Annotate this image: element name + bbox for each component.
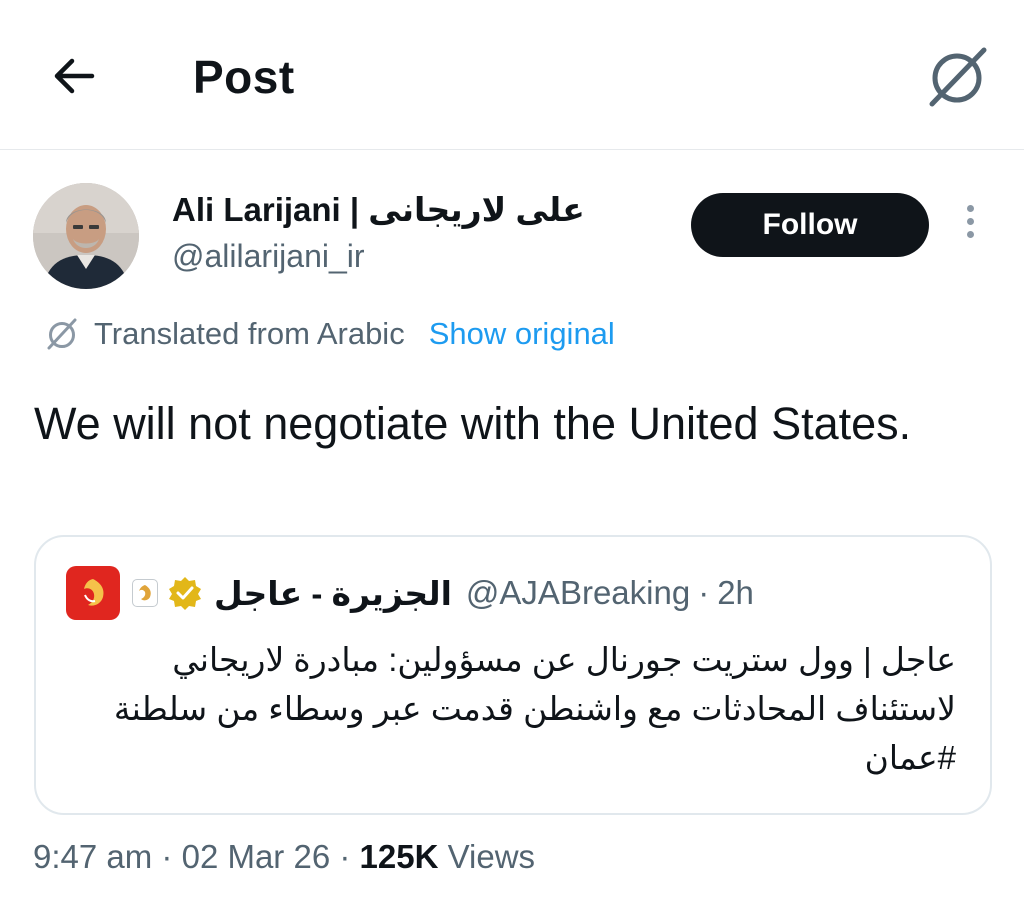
views-label: Views <box>447 838 536 875</box>
translated-from-label: Translated from Arabic <box>94 316 405 351</box>
back-button[interactable] <box>46 48 102 104</box>
views-count[interactable]: 125K <box>360 838 439 875</box>
affiliate-badge-icon[interactable] <box>132 579 158 607</box>
page-title: Post <box>193 51 295 103</box>
separator-dot: · <box>698 574 710 611</box>
separator-dot: · <box>339 838 351 875</box>
verified-gold-icon <box>169 577 201 610</box>
translate-slash-icon <box>929 47 987 107</box>
separator-dot: · <box>161 838 173 875</box>
translate-button[interactable] <box>924 42 992 110</box>
avatar-photo <box>33 183 139 289</box>
quoted-author-name: الجزيرة - عاجل <box>214 574 452 612</box>
translate-slash-icon <box>47 318 77 350</box>
follow-button[interactable]: Follow <box>691 193 929 257</box>
aljazeera-logo-icon[interactable] <box>66 566 120 620</box>
quoted-author-handle: @AJABreaking <box>465 574 691 611</box>
more-vertical-icon[interactable] <box>958 205 982 245</box>
top-bar: Post <box>0 0 1024 150</box>
arrow-left-icon <box>54 58 95 94</box>
translation-notice: Translated from Arabic Show original <box>44 314 615 354</box>
post-time: 9:47 am <box>33 838 153 875</box>
quoted-post-time: 2h <box>717 574 754 611</box>
author-display-name[interactable]: Ali Larijani | على لاريجانى <box>172 190 585 229</box>
post-date: 02 Mar 26 <box>181 838 331 875</box>
quoted-post[interactable]: الجزيرة - عاجل @AJABreaking · 2h عاجل | … <box>34 535 992 815</box>
quoted-post-text: عاجل | وول ستريت جورنال عن مسؤولين: مباد… <box>113 641 956 776</box>
avatar[interactable] <box>33 183 139 289</box>
show-original-link[interactable]: Show original <box>429 316 615 352</box>
post-text: We will not negotiate with the United St… <box>34 398 912 449</box>
post-meta: 9:47 am · 02 Mar 26 · 125K Views <box>33 838 535 876</box>
author-handle[interactable]: @alilarijani_ir <box>172 238 365 275</box>
quoted-post-header: الجزيرة - عاجل @AJABreaking · 2h <box>66 565 754 621</box>
